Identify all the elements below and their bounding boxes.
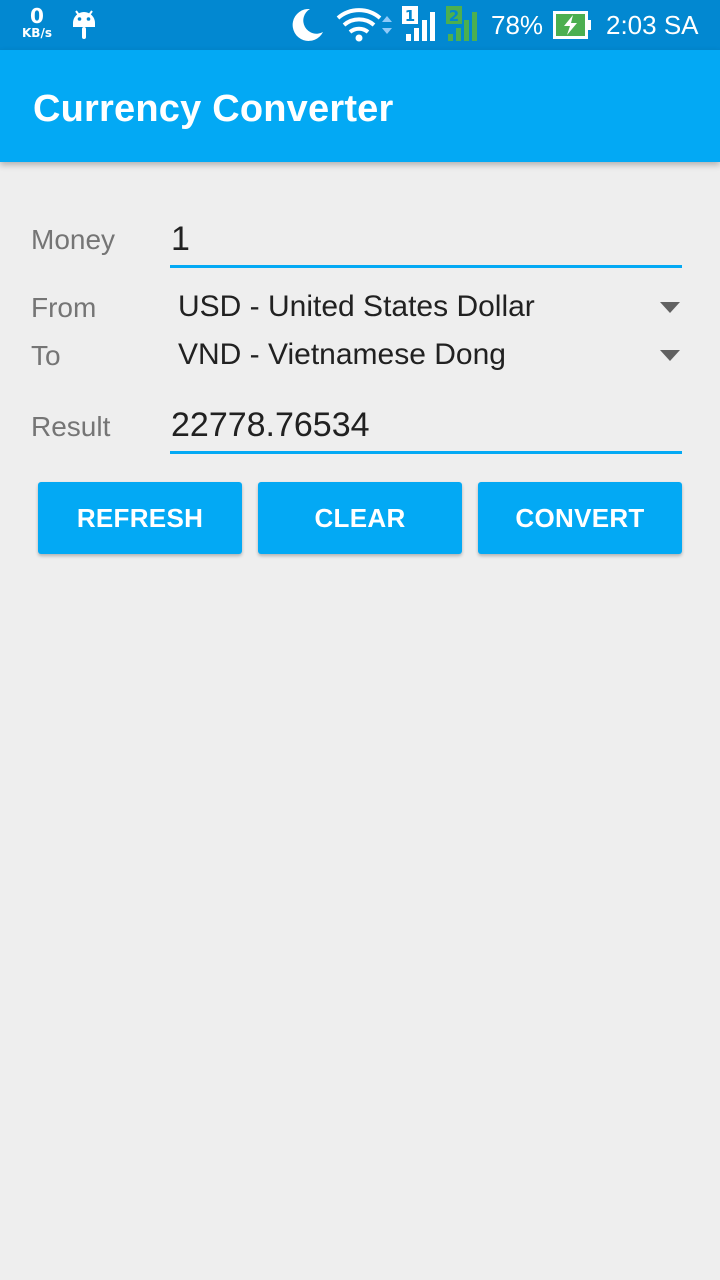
from-currency-spinner[interactable]: USD - United States Dollar [178, 286, 684, 330]
app-title: Currency Converter [33, 88, 394, 130]
network-speed-value: 0 [30, 4, 44, 28]
sim2-label: 2 [449, 7, 459, 25]
signal-sim2-icon: 2 [444, 6, 484, 47]
refresh-button[interactable]: REFRESH [38, 482, 242, 554]
clear-button[interactable]: CLEAR [258, 482, 462, 554]
to-label: To [31, 340, 61, 371]
android-debug-icon [70, 8, 98, 47]
result-field[interactable]: 22778.76534 [170, 404, 682, 456]
convert-button[interactable]: CONVERT [478, 482, 682, 554]
network-speed-unit: KB/s [22, 26, 52, 40]
to-currency-spinner[interactable]: VND - Vietnamese Dong [178, 334, 684, 378]
signal-sim1-icon: 1 [402, 6, 440, 47]
wifi-icon [336, 6, 396, 49]
money-input[interactable]: 1 [170, 218, 682, 270]
result-value: 22778.76534 [171, 406, 370, 444]
dropdown-arrow-icon [660, 302, 680, 313]
money-label: Money [31, 224, 116, 255]
battery-percent: 78% [491, 10, 544, 40]
clock: 2:03 SA [606, 10, 699, 40]
result-field-underline [170, 451, 682, 454]
app-bar: Currency Converter [0, 50, 720, 162]
network-speed: 0 KB/s [18, 6, 56, 39]
from-label: From [31, 292, 97, 323]
money-input-value: 1 [171, 220, 190, 258]
dropdown-arrow-icon [660, 350, 680, 361]
result-label: Result [31, 411, 111, 442]
from-currency-value: USD - United States Dollar [178, 290, 535, 323]
sim1-label: 1 [405, 7, 415, 25]
battery-charging-icon [553, 11, 593, 44]
to-currency-value: VND - Vietnamese Dong [178, 338, 506, 371]
status-bar: 0 KB/s 1 2 78% 2:03 SA [0, 0, 720, 50]
moon-icon [288, 6, 326, 49]
money-input-underline [170, 265, 682, 268]
